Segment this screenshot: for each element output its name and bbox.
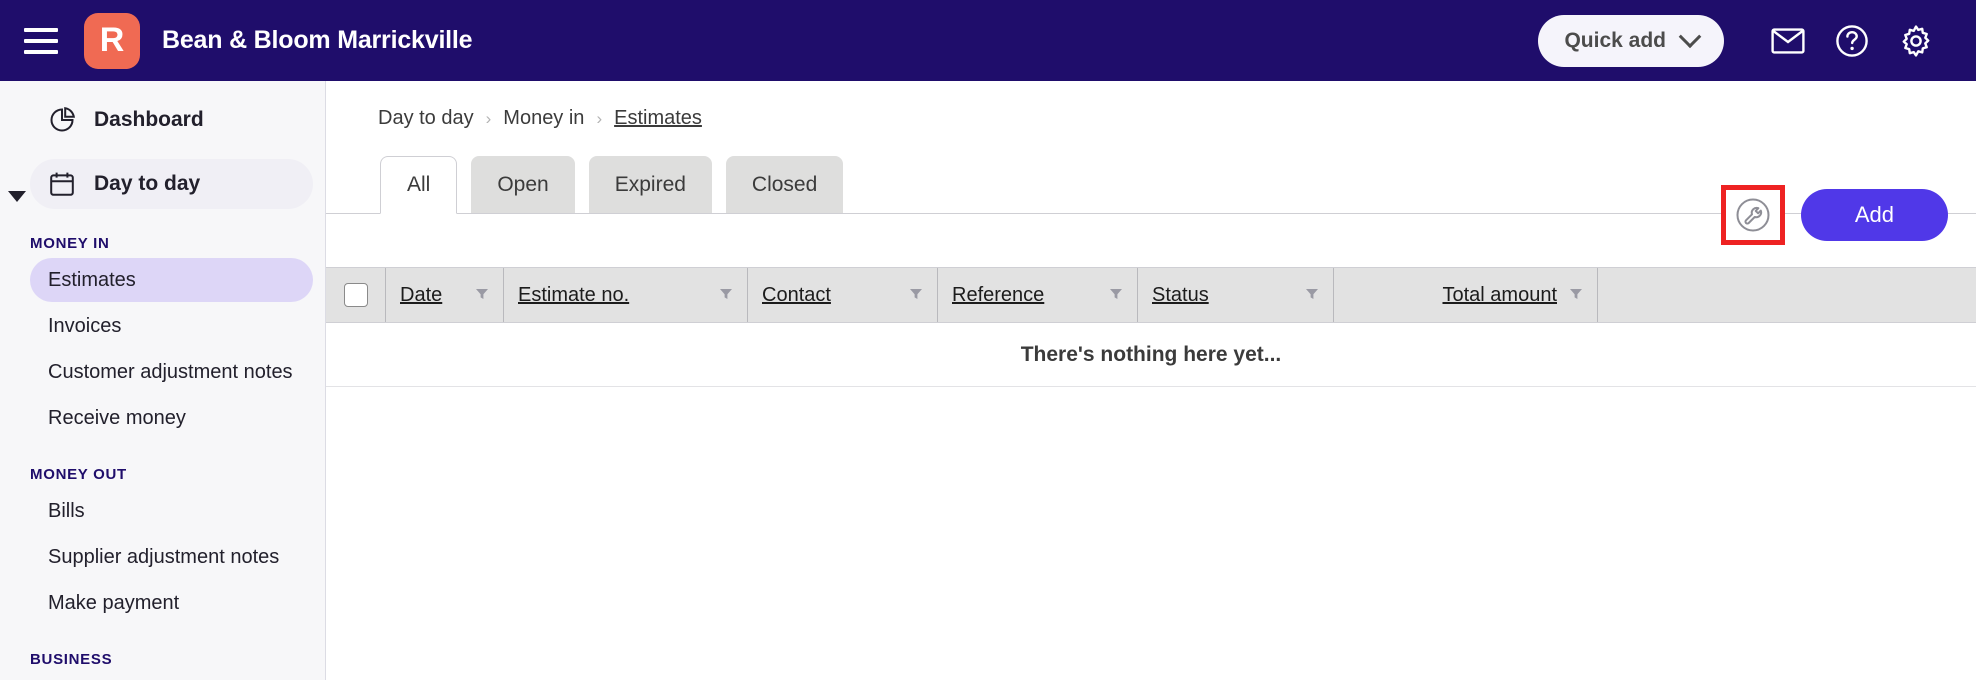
sidebar-item-supplier-adjustment-notes[interactable]: Supplier adjustment notes — [30, 535, 313, 579]
breadcrumb-separator-icon: › — [485, 108, 492, 128]
sidebar-item-dashboard[interactable]: Dashboard — [30, 95, 313, 145]
column-label: Contact — [762, 283, 831, 306]
sidebar-item-day-to-day[interactable]: Day to day — [30, 159, 313, 209]
column-label: Estimate no. — [518, 283, 630, 306]
column-label: Date — [400, 283, 443, 306]
chevron-down-icon — [1678, 24, 1702, 48]
column-label: Status — [1152, 283, 1209, 306]
mail-icon[interactable] — [1756, 9, 1820, 73]
gear-icon[interactable] — [1884, 9, 1948, 73]
app-header: R Bean & Bloom Marrickville Quick add — [0, 0, 1976, 81]
sidebar-item-label: Dashboard — [94, 108, 204, 131]
column-header-total-amount[interactable]: Total amount — [1334, 268, 1598, 322]
table-toolbar: Add — [1720, 185, 1948, 245]
column-header-estimate-no[interactable]: Estimate no. — [504, 268, 748, 322]
main-content: Day to day › Money in › Estimates All Op… — [326, 81, 1976, 680]
select-all-checkbox[interactable] — [343, 283, 368, 307]
column-header-reference[interactable]: Reference — [938, 268, 1138, 322]
tab-open[interactable]: Open — [471, 156, 575, 214]
breadcrumb-item-day-to-day[interactable]: Day to day — [378, 107, 474, 130]
sidebar-item-customer-adjustment-notes[interactable]: Customer adjustment notes — [30, 350, 313, 394]
sidebar-group-money-in: MONEY IN — [30, 235, 110, 252]
quick-add-label: Quick add — [1564, 28, 1666, 52]
select-all-header[interactable] — [326, 268, 386, 322]
help-icon[interactable] — [1820, 9, 1884, 73]
tab-expired[interactable]: Expired — [588, 156, 712, 214]
sidebar: Dashboard Day to day MONEY IN Estimates … — [0, 81, 326, 680]
column-label: Reference — [952, 283, 1045, 306]
sidebar-item-estimates[interactable]: Estimates — [30, 258, 313, 302]
column-header-status[interactable]: Status — [1138, 268, 1334, 322]
filter-icon[interactable] — [719, 284, 733, 307]
empty-state-message: There's nothing here yet... — [1020, 342, 1282, 366]
sidebar-item-label: Make payment — [48, 591, 180, 614]
pie-chart-icon — [48, 106, 76, 134]
sidebar-item-label: Day to day — [94, 172, 201, 195]
sidebar-item-bills[interactable]: Bills — [30, 489, 313, 533]
collapse-caret-icon[interactable] — [8, 191, 26, 202]
column-header-contact[interactable]: Contact — [748, 268, 938, 322]
sidebar-item-label: Receive money — [48, 406, 186, 429]
sidebar-item-label: Customer adjustment notes — [48, 360, 293, 383]
sidebar-item-label: Estimates — [48, 268, 136, 291]
breadcrumb-item-estimates[interactable]: Estimates — [614, 107, 702, 130]
column-label: Total amount — [1442, 283, 1557, 306]
sidebar-item-label: Supplier adjustment notes — [48, 545, 280, 568]
header-actions: Quick add — [1538, 9, 1976, 73]
hamburger-icon[interactable] — [24, 27, 58, 54]
estimates-table: Date Estimate no. Contact Reference Stat… — [326, 267, 1976, 387]
filter-icon[interactable] — [909, 284, 923, 307]
sidebar-group-business: BUSINESS — [30, 651, 113, 668]
tab-closed[interactable]: Closed — [725, 156, 844, 214]
filter-icon[interactable] — [1305, 284, 1319, 307]
column-header-spacer — [1598, 268, 1976, 322]
sidebar-item-invoices[interactable]: Invoices — [30, 304, 313, 348]
add-button[interactable]: Add — [1800, 189, 1948, 241]
sidebar-item-label: Invoices — [48, 314, 122, 337]
brand-logo: R — [84, 12, 140, 69]
wrench-circle-icon — [1736, 198, 1770, 232]
quick-add-button[interactable]: Quick add — [1538, 14, 1724, 67]
tab-all[interactable]: All — [380, 156, 458, 214]
breadcrumb-separator-icon: › — [596, 108, 603, 128]
settings-wrench-button[interactable] — [1720, 185, 1785, 245]
calendar-icon — [48, 170, 76, 198]
filter-icon[interactable] — [1569, 284, 1583, 307]
table-header-row: Date Estimate no. Contact Reference Stat… — [326, 267, 1976, 323]
empty-state-row: There's nothing here yet... — [326, 323, 1976, 387]
breadcrumb: Day to day › Money in › Estimates — [326, 81, 1976, 130]
sidebar-group-money-out: MONEY OUT — [30, 466, 127, 483]
sidebar-item-make-payment[interactable]: Make payment — [30, 581, 313, 625]
company-name: Bean & Bloom Marrickville — [162, 26, 473, 54]
column-header-date[interactable]: Date — [386, 268, 504, 322]
sidebar-item-receive-money[interactable]: Receive money — [30, 396, 313, 440]
filter-icon[interactable] — [1109, 284, 1123, 307]
breadcrumb-item-money-in[interactable]: Money in — [503, 107, 584, 130]
filter-icon[interactable] — [475, 284, 489, 307]
sidebar-item-label: Bills — [48, 499, 85, 522]
